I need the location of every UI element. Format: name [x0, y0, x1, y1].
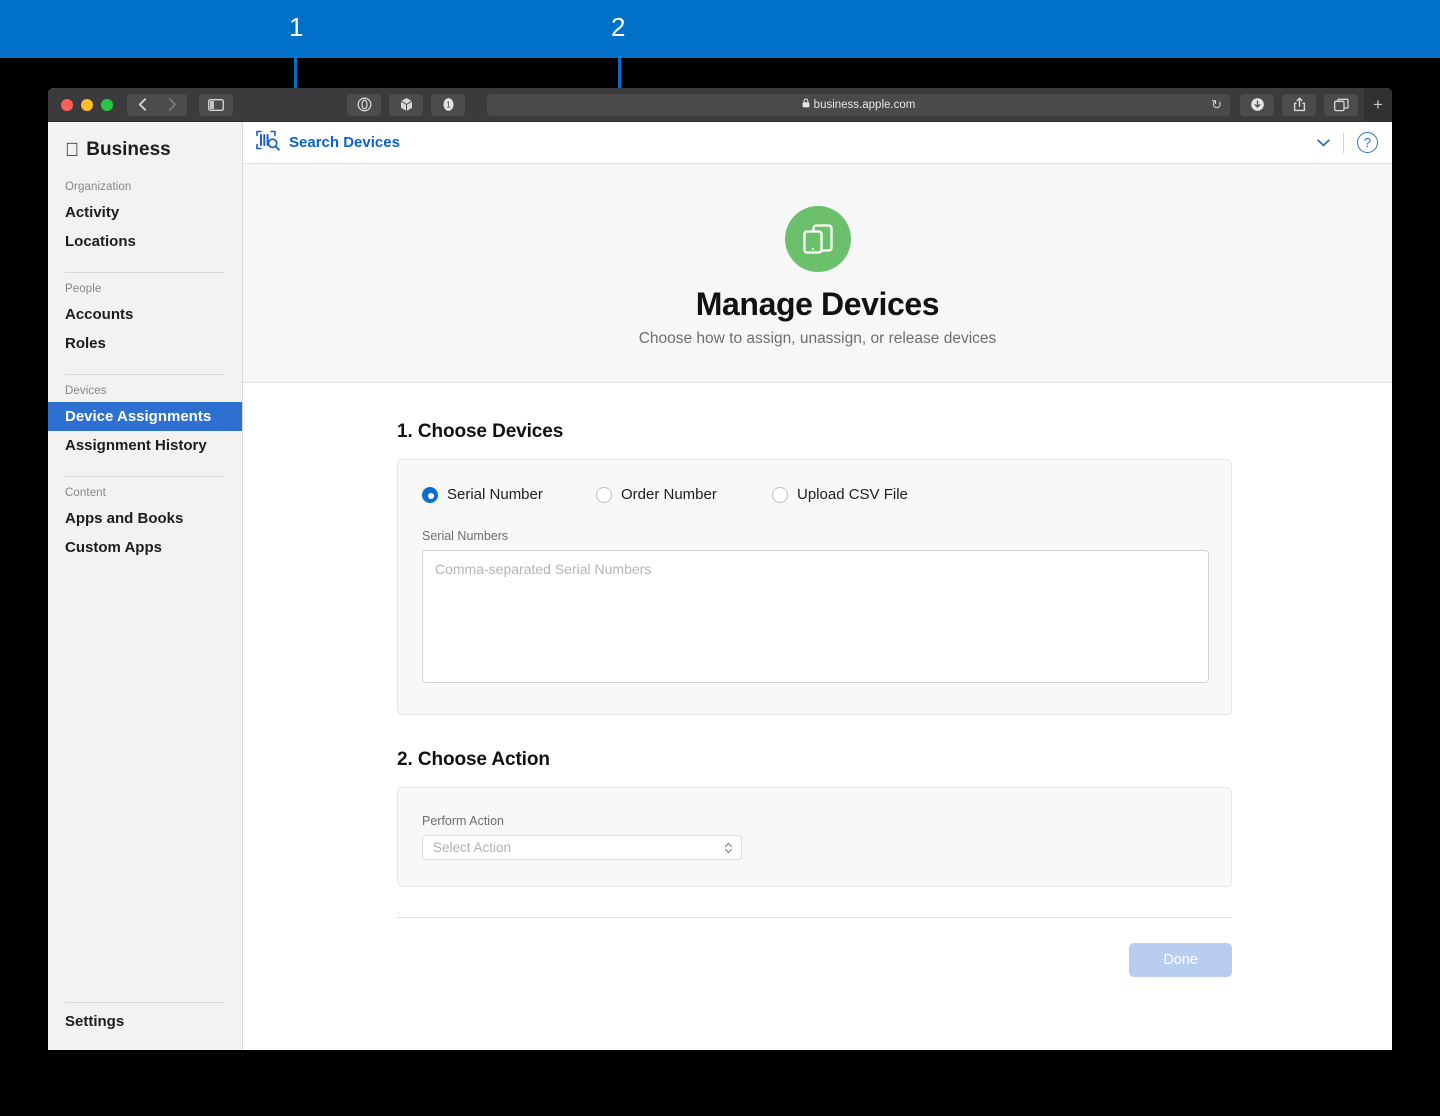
browser-mid-buttons[interactable]: 1 — [347, 93, 465, 116]
callout-band — [0, 0, 1440, 58]
help-question-icon[interactable]: ? — [1357, 132, 1378, 153]
radio-serial-number-control[interactable] — [422, 486, 438, 503]
sidebar-toggle-icon[interactable] — [199, 93, 233, 116]
page-body:  Business Organization Activity Locatio… — [48, 122, 1392, 1050]
hero-banner: Manage Devices Choose how to assign, una… — [243, 164, 1392, 383]
show-tabs-icon[interactable] — [1324, 93, 1358, 116]
radio-upload-csv-label: Upload CSV File — [797, 486, 908, 503]
nav-group-content: Content Apps and Books Custom Apps — [48, 481, 242, 570]
nav-head-content: Content — [65, 487, 106, 499]
nav-head-devices: Devices — [65, 385, 107, 397]
content-toolbar-right: ? — [1317, 132, 1378, 153]
sidebar-divider-1 — [65, 272, 225, 273]
apple-logo-icon:  — [65, 141, 79, 160]
nav-group-organization: Organization Activity Locations — [48, 175, 242, 264]
sidebar:  Business Organization Activity Locatio… — [48, 122, 243, 1050]
form-area: 1. Choose Devices Serial Number Order Nu… — [243, 383, 1392, 977]
radio-upload-csv-control[interactable] — [772, 486, 788, 503]
sidebar-divider-4 — [65, 1002, 225, 1003]
svg-text:1: 1 — [446, 101, 451, 110]
step1-section: 1. Choose Devices Serial Number Order Nu… — [397, 421, 1232, 715]
radio-option-serial-number[interactable]: Serial Number — [422, 486, 596, 503]
navigation-buttons[interactable] — [127, 93, 187, 116]
radio-order-number-control[interactable] — [596, 486, 612, 503]
url-hostname: business.apple.com — [813, 98, 916, 111]
content-area: Search Devices ? Manage Devices Choose h… — [243, 122, 1392, 1050]
step2-section: 2. Choose Action Perform Action Select A… — [397, 749, 1232, 887]
sidebar-item-accounts[interactable]: Accounts — [48, 300, 242, 329]
sidebar-item-assignment-history[interactable]: Assignment History — [48, 431, 242, 460]
sidebar-divider-3 — [65, 476, 225, 477]
extensions-icon[interactable] — [389, 93, 423, 116]
new-tab-button[interactable]: + — [1364, 88, 1392, 122]
chevron-down-icon[interactable] — [1317, 135, 1330, 150]
sidebar-item-device-assignments[interactable]: Device Assignments — [48, 402, 242, 431]
done-button[interactable]: Done — [1129, 943, 1232, 977]
nav-head-people: People — [65, 283, 102, 295]
radio-order-number-label: Order Number — [621, 486, 717, 503]
callout-number-1: 1 — [289, 12, 304, 42]
forward-chevron-icon[interactable] — [157, 93, 187, 116]
sidebar-divider-2 — [65, 374, 225, 375]
perform-action-select[interactable]: Select Action — [422, 835, 742, 860]
radio-option-upload-csv[interactable]: Upload CSV File — [772, 486, 908, 503]
browser-window: 1 business.apple.com ↻ + Business Organi… — [48, 88, 1392, 1050]
nav-group-people: People Accounts Roles — [48, 277, 242, 366]
toolbar-divider — [1343, 132, 1344, 153]
reload-icon[interactable]: ↻ — [1211, 97, 1222, 113]
close-window-button[interactable] — [61, 98, 73, 111]
privacy-report-icon[interactable] — [347, 93, 381, 116]
nav-head-organization: Organization — [65, 181, 132, 193]
settings-wrap: Settings — [48, 1007, 242, 1050]
step1-title: 1. Choose Devices — [397, 421, 564, 442]
browser-right-buttons[interactable] — [1240, 93, 1358, 116]
step1-panel: Serial Number Order Number Upload CSV Fi… — [397, 459, 1232, 715]
step2-title: 2. Choose Action — [397, 749, 550, 770]
brand-label: Business — [72, 139, 170, 160]
radio-serial-number-label: Serial Number — [447, 486, 543, 503]
sidebar-item-settings[interactable]: Settings — [48, 1007, 242, 1036]
choose-devices-options: Serial Number Order Number Upload CSV Fi… — [422, 486, 1207, 503]
tab-group-icon[interactable]: 1 — [431, 93, 465, 116]
content-toolbar: Search Devices ? — [243, 122, 1392, 164]
sidebar-item-roles[interactable]: Roles — [48, 329, 242, 358]
footer-row: Done — [397, 918, 1232, 977]
perform-action-value: Select Action — [433, 840, 512, 855]
minimize-window-button[interactable] — [81, 98, 93, 111]
sidebar-item-apps-and-books[interactable]: Apps and Books — [48, 504, 242, 533]
url-text-group: business.apple.com — [802, 98, 916, 111]
downloads-icon[interactable] — [1240, 93, 1274, 116]
sidebar-item-locations[interactable]: Locations — [48, 227, 242, 256]
perform-action-label: Perform Action — [422, 814, 504, 828]
sidebar-item-custom-apps[interactable]: Custom Apps — [48, 533, 242, 562]
browser-titlebar: 1 business.apple.com ↻ + — [48, 88, 1392, 122]
search-devices-link[interactable]: Search Devices — [255, 129, 400, 157]
share-icon[interactable] — [1282, 93, 1316, 116]
up-down-stepper-icon — [724, 841, 733, 855]
back-chevron-icon[interactable] — [127, 93, 157, 116]
lock-icon — [802, 98, 810, 111]
barcode-scan-search-icon — [255, 129, 281, 157]
nav-group-devices: Devices Device Assignments Assignment Hi… — [48, 379, 242, 468]
brand:  Business — [48, 122, 242, 175]
devices-icon — [784, 206, 851, 272]
sidebar-item-activity[interactable]: Activity — [48, 198, 242, 227]
address-bar[interactable]: business.apple.com ↻ — [487, 93, 1230, 116]
radio-option-order-number[interactable]: Order Number — [596, 486, 772, 503]
serial-numbers-input[interactable] — [422, 550, 1209, 683]
maximize-window-button[interactable] — [101, 98, 113, 111]
step2-panel: Perform Action Select Action — [397, 787, 1232, 887]
page-subtitle: Choose how to assign, unassign, or relea… — [638, 330, 997, 347]
window-traffic-lights[interactable] — [48, 98, 113, 111]
page-title: Manage Devices — [695, 286, 940, 322]
search-devices-label: Search Devices — [289, 134, 400, 151]
callout-number-2: 2 — [611, 12, 626, 42]
serial-numbers-label: Serial Numbers — [422, 529, 509, 543]
